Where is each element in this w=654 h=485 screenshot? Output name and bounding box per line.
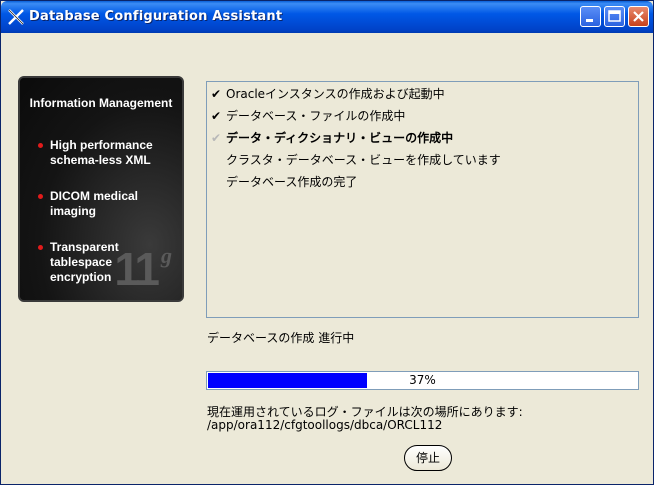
log-path: /app/ora112/cfgtoollogs/dbca/ORCL112 [207, 418, 443, 432]
feature-item: DICOM medical imaging [38, 189, 160, 219]
checkmark-icon: ✔ [211, 109, 222, 123]
step-item: クラスタ・データベース・ビューを作成しています [211, 151, 501, 171]
version-logo: 11 g [114, 242, 172, 296]
maximize-button[interactable] [604, 6, 625, 27]
feature-banner: Information Management High performance … [18, 76, 184, 302]
close-button[interactable] [628, 6, 649, 27]
close-icon [633, 11, 644, 22]
status-label: データベースの作成 進行中 [207, 331, 355, 345]
step-label: Oracleインスタンスの作成および起動中 [226, 87, 445, 101]
title-bar[interactable]: Database Configuration Assistant [1, 1, 653, 33]
maximize-icon [608, 10, 621, 22]
bullet-icon [38, 194, 43, 199]
checkmark-icon: ✔ [211, 131, 222, 145]
window-title: Database Configuration Assistant [29, 9, 283, 24]
progress-bar: 37% [206, 371, 639, 390]
step-label: クラスタ・データベース・ビューを作成しています [226, 153, 501, 167]
step-item-current: ✔ データ・ディクショナリ・ビューの作成中 [211, 129, 453, 149]
minimize-button[interactable] [580, 6, 601, 27]
feature-label: Transparent tablespace encryption [50, 240, 119, 284]
feature-label: High performance schema-less XML [50, 138, 153, 167]
step-label: データ・ディクショナリ・ビューの作成中 [226, 131, 454, 145]
banner-title: Information Management [29, 96, 173, 110]
step-list: ✔ Oracleインスタンスの作成および起動中 ✔ データベース・ファイルの作成中 … [206, 81, 639, 318]
step-item: ✔ Oracleインスタンスの作成および起動中 [211, 85, 445, 105]
minimize-icon [586, 19, 593, 22]
step-item: ✔ データベース・ファイルの作成中 [211, 107, 405, 127]
feature-label: DICOM medical imaging [50, 189, 139, 218]
version-number: 11 [114, 243, 160, 295]
dbca-window: Database Configuration Assistant Informa… [0, 0, 654, 485]
checkmark-icon: ✔ [211, 87, 222, 101]
step-item: データベース作成の完了 [211, 173, 357, 193]
step-label: データベース作成の完了 [226, 175, 358, 189]
bullet-icon [38, 143, 43, 148]
feature-item: High performance schema-less XML [38, 138, 170, 168]
x-app-icon [8, 9, 24, 25]
step-label: データベース・ファイルの作成中 [226, 109, 406, 123]
bullet-icon [38, 245, 43, 250]
version-suffix: g [161, 243, 172, 268]
stop-button[interactable]: 停止 [404, 445, 452, 471]
progress-text: 37% [409, 373, 436, 387]
